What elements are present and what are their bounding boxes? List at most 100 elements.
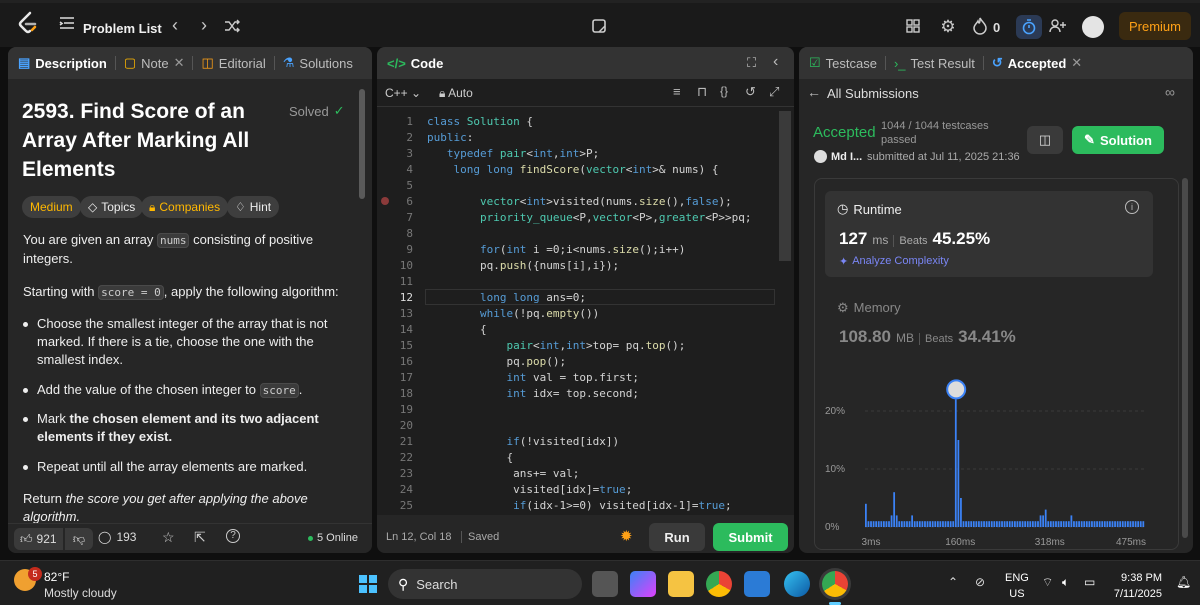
close-icon[interactable]: ✕	[174, 55, 185, 71]
chart-bar[interactable]	[1106, 521, 1109, 527]
problem-list-icon[interactable]	[58, 13, 76, 33]
chrome-profile-icon[interactable]	[822, 571, 848, 597]
analyze-complexity-link[interactable]: ✦ Analyze Complexity	[839, 255, 949, 268]
chart-bar[interactable]	[1039, 515, 1042, 527]
chart-bar[interactable]	[1093, 521, 1096, 527]
file-explorer-icon[interactable]	[668, 571, 694, 597]
tab-code[interactable]: </> Code	[387, 56, 443, 71]
chart-bar[interactable]	[957, 440, 960, 527]
chart-bar[interactable]	[1034, 521, 1037, 527]
chart-bar[interactable]	[895, 515, 898, 527]
chart-bar[interactable]	[1085, 521, 1088, 527]
code-line[interactable]: priority_queue<P,vector<P>,greater<P>>pq…	[427, 211, 752, 224]
chart-bar[interactable]	[1132, 521, 1134, 527]
chart-bar[interactable]	[996, 521, 998, 527]
chart-bar[interactable]	[1134, 521, 1137, 527]
chart-bar[interactable]	[1042, 515, 1045, 527]
chart-bar[interactable]	[900, 521, 903, 527]
chart-bar[interactable]	[1078, 521, 1080, 527]
mode-select[interactable]: 🔒︎ Auto	[439, 86, 473, 101]
chart-bar[interactable]	[903, 521, 906, 527]
search-box[interactable]: ⚲ Search	[388, 569, 582, 599]
chart-bar[interactable]	[975, 521, 978, 527]
chart-bar[interactable]	[934, 521, 937, 527]
star-icon[interactable]: ☆	[162, 529, 175, 546]
braces-icon[interactable]: {}	[720, 84, 728, 98]
chart-bar[interactable]	[1044, 509, 1047, 527]
chart-bar[interactable]	[1075, 521, 1078, 527]
weather-text[interactable]: Mostly cloudy	[44, 586, 117, 600]
language-indicator[interactable]: ENG US	[1005, 570, 1029, 602]
close-icon[interactable]: ✕	[1071, 55, 1082, 71]
chart-bar[interactable]	[1021, 521, 1024, 527]
clock[interactable]: 9:38 PM 7/11/2025	[1110, 570, 1162, 602]
chart-bar[interactable]	[1101, 521, 1104, 527]
breakpoint-dot[interactable]	[381, 197, 389, 205]
chart-bar[interactable]	[1001, 521, 1003, 527]
chart-bar[interactable]	[1003, 521, 1006, 527]
chart-bar[interactable]	[1065, 521, 1068, 527]
code-line[interactable]: int val = top.first;	[427, 371, 638, 384]
chart-bar[interactable]	[1052, 521, 1055, 527]
chart-bar[interactable]	[1008, 521, 1011, 527]
chart-bar[interactable]	[867, 521, 870, 527]
tab-note[interactable]: ▢ Note ✕	[124, 55, 185, 71]
chart-bar[interactable]	[1019, 521, 1021, 527]
chart-bar[interactable]	[931, 521, 934, 527]
chart-bar[interactable]	[960, 498, 962, 527]
debug-icon[interactable]: ✹	[620, 527, 633, 545]
your-submission-marker[interactable]	[946, 379, 967, 400]
battery-icon[interactable]: ▭	[1084, 575, 1095, 589]
chart-bar[interactable]	[998, 521, 1001, 527]
notification-bell-icon[interactable]: 🔔︎	[1176, 575, 1191, 589]
like-button[interactable]: 👍︎ 921	[14, 528, 63, 550]
code-line[interactable]: {	[427, 451, 513, 464]
chart-bar[interactable]	[1060, 521, 1062, 527]
chart-bar[interactable]	[954, 399, 957, 527]
reset-icon[interactable]: ↺	[745, 84, 756, 100]
chart-bar[interactable]	[1083, 521, 1086, 527]
problem-title[interactable]: 2593. Find Score of an Array After Marki…	[22, 97, 272, 184]
companies-button[interactable]: 🔒︎ Companies	[141, 196, 229, 218]
code-line[interactable]: pq.pop();	[427, 355, 566, 368]
chart-bar[interactable]	[1103, 521, 1106, 527]
code-line[interactable]: ans+= val;	[427, 467, 579, 480]
chart-bar[interactable]	[1037, 521, 1039, 527]
edge-icon[interactable]	[784, 571, 810, 597]
chart-bar[interactable]	[1080, 521, 1083, 527]
chart-bar[interactable]	[942, 521, 944, 527]
chart-bar[interactable]	[918, 521, 921, 527]
problem-list-link[interactable]: Problem List	[83, 21, 162, 36]
tab-test-result[interactable]: ›_ Test Result	[894, 56, 975, 71]
chart-bar[interactable]	[908, 521, 911, 527]
chart-bar[interactable]	[1127, 521, 1129, 527]
chart-bar[interactable]	[865, 503, 867, 527]
chart-bar[interactable]	[880, 521, 883, 527]
code-line[interactable]: class Solution {	[427, 115, 533, 128]
scrollbar[interactable]	[359, 89, 365, 199]
expand-icon[interactable]: ⤢	[769, 84, 779, 100]
tab-accepted[interactable]: ↺ Accepted ✕	[992, 55, 1082, 71]
store-icon[interactable]	[744, 571, 770, 597]
chart-bar[interactable]	[970, 521, 973, 527]
shuffle-icon[interactable]	[222, 16, 242, 36]
chart-bar[interactable]	[939, 521, 942, 527]
chart-bar[interactable]	[913, 521, 916, 527]
memory-label[interactable]: ⚙ Memory	[837, 300, 901, 316]
chart-bar[interactable]	[1116, 521, 1119, 527]
chart-bar[interactable]	[1011, 521, 1014, 527]
timer-icon[interactable]	[1016, 15, 1042, 39]
volume-icon[interactable]: 🔈︎	[1062, 575, 1069, 590]
chart-bar[interactable]	[893, 492, 896, 527]
chart-bar[interactable]	[1073, 521, 1075, 527]
info-icon[interactable]: i	[1125, 200, 1139, 214]
chart-bar[interactable]	[1096, 521, 1098, 527]
streak-fire-icon[interactable]	[971, 15, 989, 37]
tab-editorial[interactable]: ◫ Editorial	[201, 55, 265, 71]
chart-bar[interactable]	[962, 521, 965, 527]
prev-problem-icon[interactable]: ‹	[165, 15, 185, 35]
chart-bar[interactable]	[1121, 521, 1124, 527]
chart-bar[interactable]	[1119, 521, 1122, 527]
chart-bar[interactable]	[985, 521, 988, 527]
chart-bar[interactable]	[988, 521, 991, 527]
